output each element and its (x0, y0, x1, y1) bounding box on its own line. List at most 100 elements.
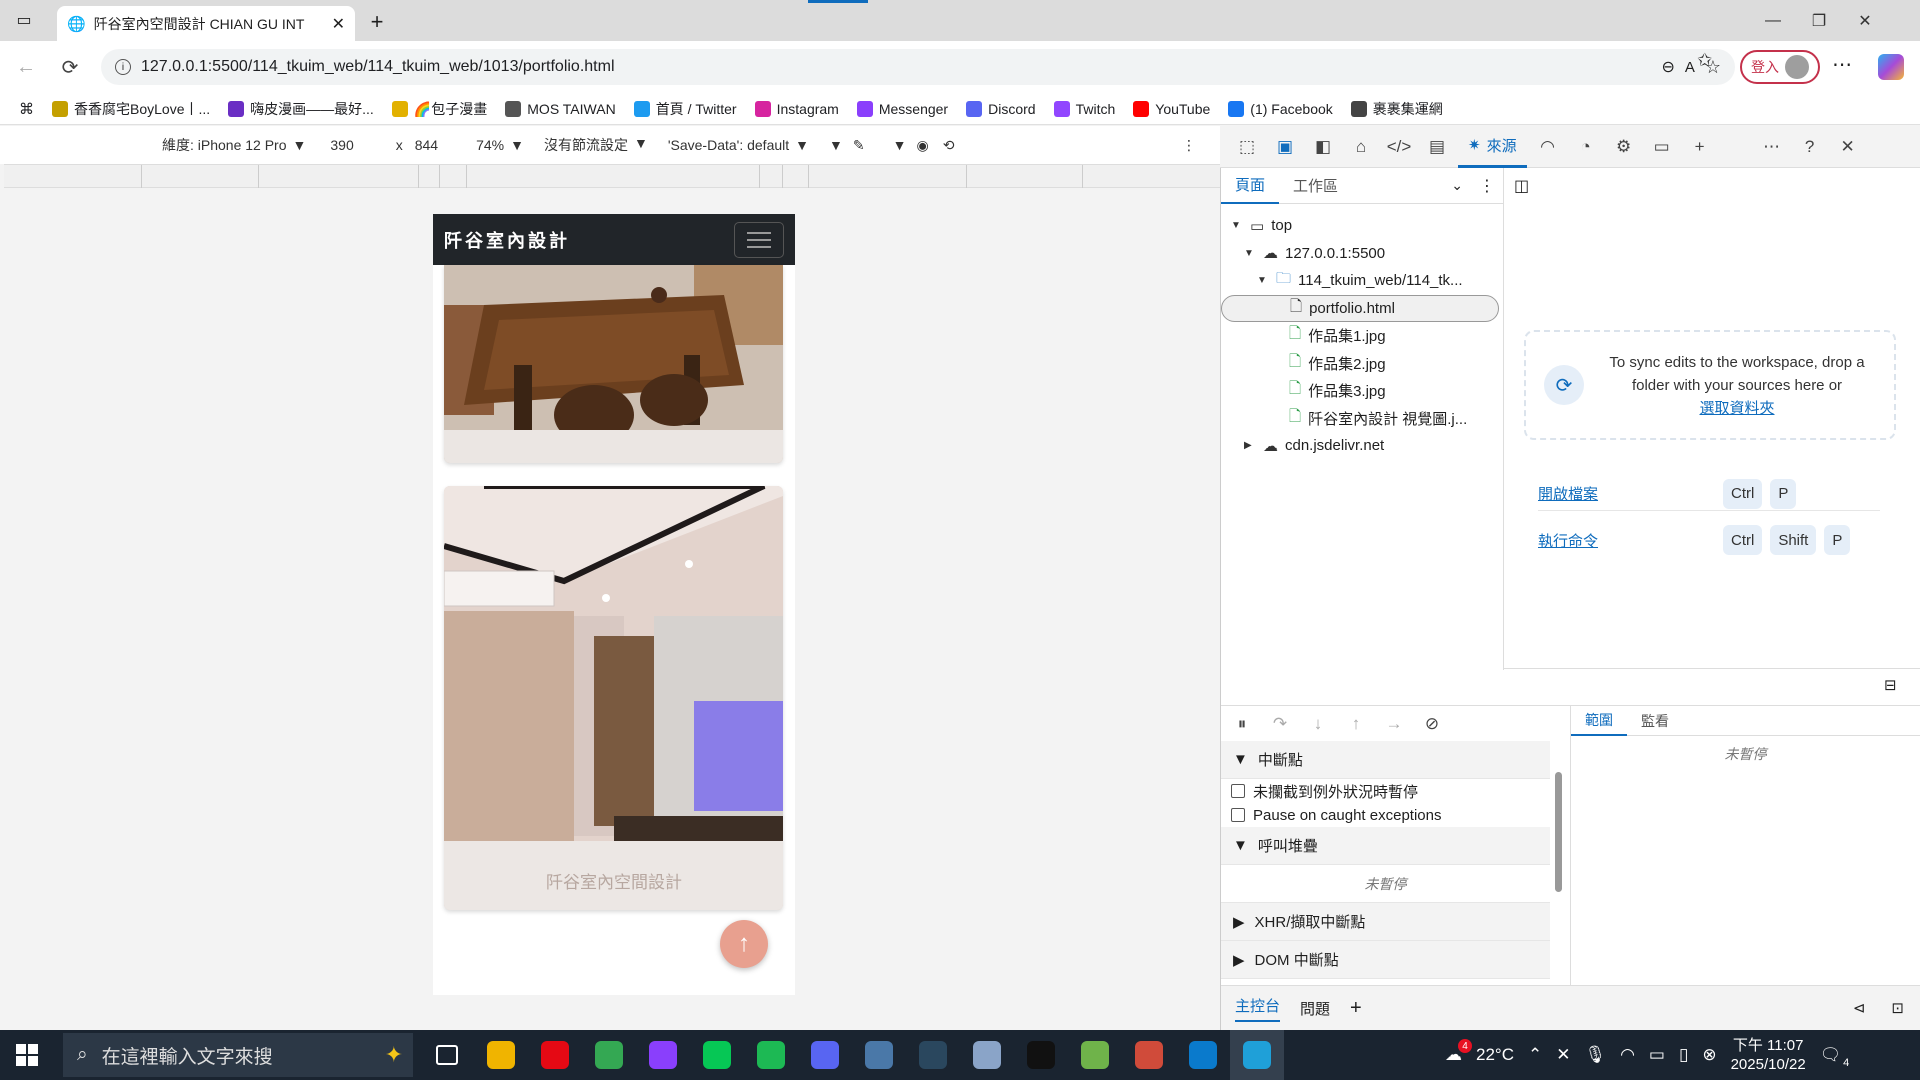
more-tools-icon[interactable]: + (1683, 130, 1717, 164)
device-select[interactable]: 維度: iPhone 12 Pro ▼ (162, 135, 306, 155)
task-view-icon[interactable] (420, 1030, 474, 1080)
hamburger-menu-button[interactable] (734, 221, 784, 258)
weather-temp[interactable]: 22°C (1476, 1045, 1514, 1065)
rotate-icon[interactable]: ⟲ (943, 137, 955, 154)
tree-item[interactable]: 🗋 作品集2.jpg (1221, 350, 1503, 378)
bookmark-item[interactable]: Discord (957, 100, 1044, 117)
tab-scope[interactable]: 範圍 (1571, 706, 1627, 736)
taskbar-search[interactable]: ⌕ 在這裡輸入文字來搜 ✦ (63, 1033, 413, 1077)
width-input[interactable]: 390 (330, 137, 353, 153)
triangle-down-icon[interactable]: ▼ (1231, 220, 1243, 231)
checkbox-caught[interactable] (1231, 808, 1245, 822)
bookmark-item[interactable]: Instagram (746, 100, 848, 117)
step-into-icon[interactable]: ↓ (1301, 707, 1335, 741)
copilot-icon[interactable] (1878, 54, 1904, 80)
netflix-icon[interactable] (528, 1030, 582, 1080)
bookmark-item[interactable]: 裹裹集運網 (1342, 99, 1452, 119)
xhr-section[interactable]: ▶ XHR/擷取中斷點 (1221, 903, 1550, 941)
tree-item[interactable]: 🗋 portfolio.html (1221, 294, 1499, 322)
triangle-down-icon[interactable]: ▼ (1244, 248, 1256, 259)
discord-icon[interactable] (798, 1030, 852, 1080)
chrome-icon[interactable] (582, 1030, 636, 1080)
tab-workspace[interactable]: 工作區 (1279, 168, 1352, 204)
tree-item[interactable]: 🗋 作品集3.jpg (1221, 377, 1503, 405)
more-options-icon[interactable]: ⋮ (1479, 176, 1495, 196)
add-tab-icon[interactable]: + (1350, 997, 1362, 1020)
device-emulation-icon[interactable]: ▣ (1268, 130, 1302, 164)
zoom-select[interactable]: 74% ▼ (476, 137, 524, 153)
more-options-icon[interactable]: ⋯ (1755, 130, 1789, 164)
bookmark-collections-icon[interactable]: ⌘ (10, 100, 43, 118)
read-aloud-icon[interactable]: A (1685, 59, 1695, 76)
bookmark-item[interactable]: YouTube (1124, 100, 1219, 117)
login-button[interactable]: 登入 (1740, 50, 1820, 84)
show-hidden-icons[interactable]: ⌃ (1528, 1045, 1542, 1065)
tree-item[interactable]: ▶ ☁ cdn.jsdelivr.net (1221, 432, 1503, 460)
bookmark-item[interactable]: 嗨皮漫画——最好... (219, 99, 383, 119)
deactivate-breakpoints-icon[interactable]: ⊘ (1415, 707, 1449, 741)
dropdown-arrow-icon[interactable]: ▼ (829, 137, 843, 153)
drawer-toggle-icon[interactable]: ⊟ (1884, 676, 1897, 694)
console-icon[interactable]: ▤ (1420, 130, 1454, 164)
application-icon[interactable]: ▭ (1645, 130, 1679, 164)
clock[interactable]: 下午 11:07 2025/10/22 (1731, 1036, 1806, 1074)
caught-option[interactable]: Pause on caught exceptions (1221, 803, 1550, 827)
tree-item[interactable]: 🗋 阡谷室內設計 視覺圖.j... (1221, 405, 1503, 433)
dropdown-arrow-icon[interactable]: ▼ (893, 137, 907, 153)
breakpoints-section[interactable]: ▼ 中斷點 (1221, 741, 1550, 779)
help-icon[interactable]: ? (1793, 130, 1827, 164)
close-window-button[interactable]: ✕ (1842, 0, 1888, 41)
windows-start-icon[interactable] (0, 1030, 54, 1080)
dock-side-icon[interactable]: ◧ (1306, 130, 1340, 164)
close-circle-icon[interactable]: ⊗ (1702, 1045, 1716, 1065)
memory-icon[interactable]: ⚙ (1607, 130, 1641, 164)
url-text[interactable]: 127.0.0.1:5500/114_tkuim_web/114_tkuim_w… (141, 58, 1651, 76)
vscode-icon[interactable] (1176, 1030, 1230, 1080)
scrollbar[interactable] (1552, 752, 1564, 972)
network-icon[interactable]: ◠ (1531, 130, 1565, 164)
performance-icon[interactable]: ◔ (1569, 130, 1603, 164)
bookmark-item[interactable]: Messenger (848, 100, 957, 117)
inspect-element-icon[interactable]: ⬚ (1230, 130, 1264, 164)
paint-icon[interactable] (1068, 1030, 1122, 1080)
bookmark-item[interactable]: 香香腐宅BoyLove丨... (43, 99, 219, 119)
step-out-icon[interactable]: ↑ (1339, 707, 1373, 741)
bookmark-item[interactable]: 首頁 / Twitter (625, 99, 746, 119)
battery-icon[interactable]: ▭ (1649, 1045, 1665, 1065)
browser-tab-active[interactable]: 🌐 阡谷室內空間設計 CHIAN GU INT ✕ (57, 6, 355, 41)
zoom-icon[interactable]: ⊖ (1661, 57, 1674, 77)
spotify-icon[interactable] (744, 1030, 798, 1080)
tree-item[interactable]: ▼ ☁ 127.0.0.1:5500 (1221, 240, 1503, 268)
tab-console[interactable]: 主控台 (1235, 995, 1281, 1022)
vision-deficiency-icon[interactable]: ◉ (916, 137, 928, 154)
wifi-icon[interactable]: ◠ (1620, 1045, 1635, 1065)
more-options-icon[interactable]: ⋮ (1182, 137, 1196, 154)
chevron-down-icon[interactable]: ⌄ (1451, 177, 1463, 194)
uncaught-option[interactable]: 未攔截到例外狀況時暫停 (1221, 779, 1550, 803)
bookmark-item[interactable]: 🌈包子漫畫 (383, 99, 496, 119)
tree-item[interactable]: 🗋 作品集1.jpg (1221, 322, 1503, 350)
tab-watch[interactable]: 監看 (1627, 706, 1683, 736)
weather-icon[interactable]: ☁ 4 (1445, 1039, 1472, 1065)
steam-icon[interactable] (906, 1030, 960, 1080)
messenger-icon[interactable] (636, 1030, 690, 1080)
workspace-drop-zone[interactable]: ⟳ To sync edits to the workspace, drop a… (1524, 330, 1896, 440)
favorites-icon[interactable]: ✩ (1697, 50, 1712, 71)
step-over-icon[interactable]: ↷ (1263, 707, 1297, 741)
pause-icon[interactable]: ⏸ (1225, 707, 1259, 741)
capcut-icon[interactable] (1014, 1030, 1068, 1080)
tree-item[interactable]: ▼ 🗀 114_tkuim_web/114_tk... (1221, 267, 1503, 295)
elements-icon[interactable]: </> (1382, 130, 1416, 164)
reload-button[interactable]: ⟳ (52, 49, 88, 85)
save-data-select[interactable]: 'Save-Data': default ▼ (668, 137, 809, 153)
app-icon[interactable] (852, 1030, 906, 1080)
line-icon[interactable] (690, 1030, 744, 1080)
close-drawer-icon[interactable]: ⊡ (1891, 999, 1904, 1017)
microphone-icon[interactable]: 🎙 (1584, 1045, 1606, 1065)
triangle-down-icon[interactable]: ▼ (1257, 275, 1269, 286)
throttle-select[interactable]: 沒有節流設定 ▼ (544, 135, 648, 155)
close-tab-icon[interactable]: ✕ (332, 14, 345, 34)
edge-icon[interactable] (1230, 1030, 1284, 1080)
toggle-sidebar-icon[interactable]: ◫ (1514, 176, 1529, 196)
notification-icon[interactable]: 🗨 4 (1820, 1045, 1850, 1069)
